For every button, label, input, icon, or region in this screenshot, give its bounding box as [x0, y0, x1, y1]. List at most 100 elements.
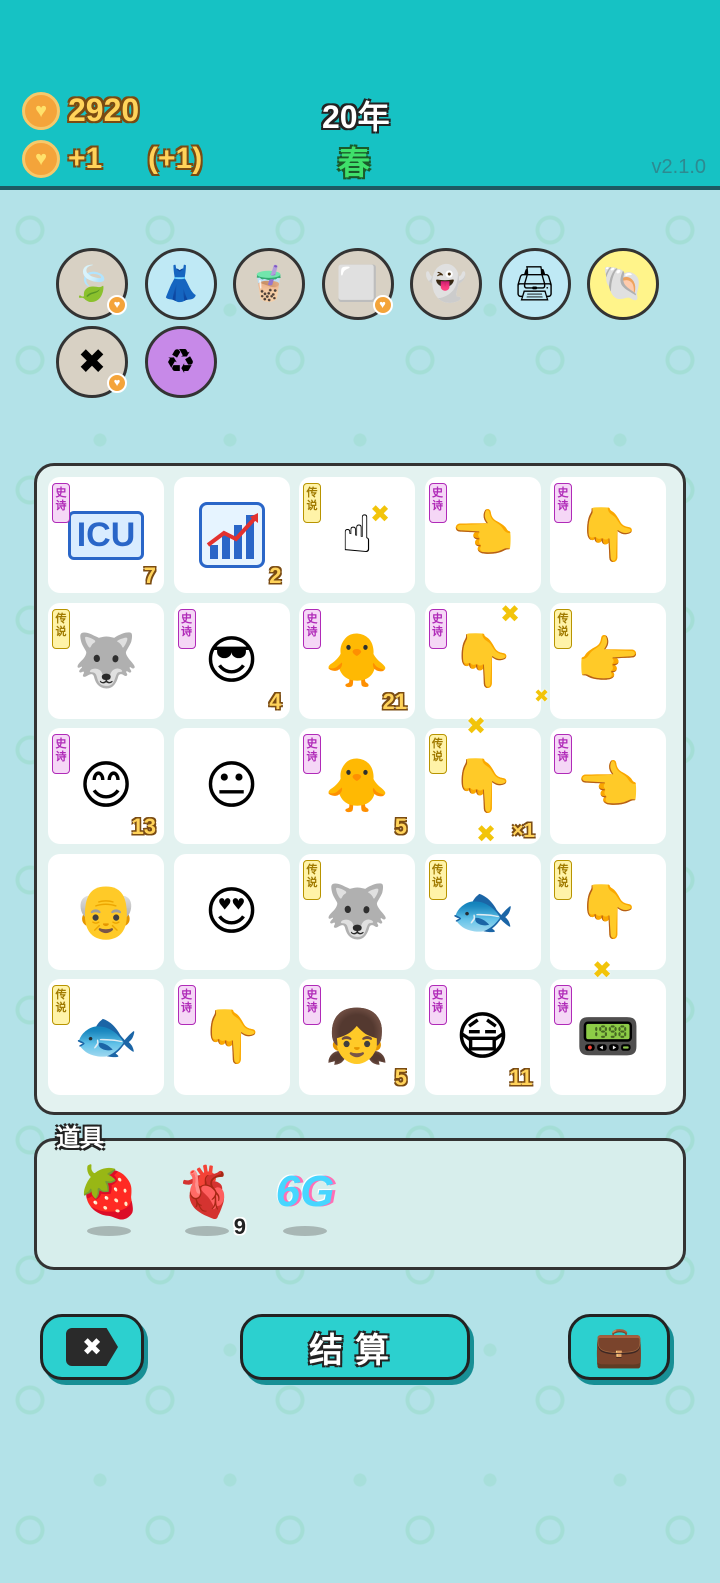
epic-tag: 史诗: [52, 483, 70, 523]
pink-face-icon: 😊: [78, 757, 134, 815]
sparkle-effect: ✖: [500, 601, 521, 628]
bubble-tea-icon[interactable]: 🧋: [233, 248, 305, 320]
epic-tag: 史诗: [177, 985, 196, 1025]
board-cell-hand-pointing-down[interactable]: 史诗 👇: [424, 602, 541, 719]
board-cell-golden-hand-pointing-right[interactable]: 传说 👉: [550, 602, 666, 719]
board-cell-golden-hand-up[interactable]: 传说 ☝: [299, 477, 415, 593]
delete-tag-icon[interactable]: ✖ ♥: [56, 326, 128, 398]
item-count: 4: [269, 688, 282, 714]
legend-tag: 传说: [554, 859, 572, 900]
multiplier-label: ×1: [512, 820, 535, 842]
board-cell-hand-pointing-down-left[interactable]: 史诗 👇: [550, 477, 666, 593]
board-cell-bald-man[interactable]: 😐: [173, 728, 290, 844]
board-cell-stock-chart[interactable]: 2: [173, 477, 290, 593]
sparkle-effect: ✖: [534, 686, 550, 706]
income-value: +1: [68, 142, 103, 175]
version-label: v2.1.0: [651, 156, 706, 178]
top-status-bar: ♥ 2920 ♥ +1 (+1) 20年 春 v2.1.0: [0, 0, 720, 190]
hand-pointing-down-2-icon: 👇: [199, 1008, 264, 1066]
graphics-card-icon: 📟: [575, 1008, 641, 1066]
heart-badge-icon: ♥: [372, 295, 393, 315]
rising-chart-icon: [198, 502, 265, 568]
leaf-icon[interactable]: 🍃 ♥: [56, 248, 128, 320]
prop-6g[interactable]: 6G: [270, 1162, 340, 1252]
board-cell-graphics-card[interactable]: 史诗 📟: [550, 979, 666, 1095]
yellow-chick-2-icon: 🐥: [324, 757, 390, 815]
board-cell-yellow-chick-2[interactable]: 史诗 🐥 5: [299, 728, 415, 844]
legend-tag: 传说: [303, 859, 321, 900]
epic-tag: 史诗: [52, 734, 70, 774]
board-cell-hand-pointing-left-down[interactable]: 史诗 👈: [550, 728, 666, 844]
prop-quantity: 9: [233, 1214, 246, 1239]
prop-shadow: [283, 1226, 327, 1236]
legend-tag: 传说: [554, 608, 572, 649]
item-count: 2: [269, 563, 282, 588]
man-sunglasses-green-hair-icon: 😎: [204, 631, 259, 690]
sparkle-effect: ✖: [476, 821, 497, 848]
sparkle-effect: ✖: [466, 713, 487, 740]
board-cell-koi-fish-2[interactable]: 传说 🐟: [48, 979, 164, 1095]
settle-label: 结算: [309, 1331, 401, 1370]
item-count: 21: [382, 688, 407, 714]
hand-pointing-down-left-icon: 👇: [575, 506, 641, 564]
year-label: 20年: [322, 99, 390, 135]
board-cell-yellow-chick[interactable]: 史诗 🐥 21: [299, 602, 415, 719]
husky-king-icon: 🐺: [73, 631, 139, 690]
board-cell-golden-hand-point-down[interactable]: 传说 👇: [550, 853, 666, 970]
season-label: 春: [338, 145, 371, 181]
coin-icon: ♥: [22, 92, 60, 130]
koi-fish-2-icon: 🐟: [73, 1008, 139, 1066]
skirt-icon[interactable]: 👗: [144, 248, 217, 320]
board-cell-man-sunglasses-green-hair[interactable]: 史诗 😎 4: [173, 602, 290, 719]
inventory-button[interactable]: 💼: [568, 1314, 670, 1380]
old-man-glasses-icon: 👴: [73, 882, 139, 941]
legend-tag: 传说: [52, 608, 70, 649]
golden-hand-down-icon: 👇: [450, 757, 515, 815]
board-cell-old-man-love[interactable]: 😍: [173, 853, 290, 970]
board-cell-koi-fish[interactable]: 传说 🐟: [424, 853, 541, 970]
epic-tag: 史诗: [428, 985, 447, 1025]
settle-button[interactable]: 结算: [240, 1314, 470, 1380]
board-cell-icu-sign[interactable]: 史诗 ICU 7: [48, 477, 164, 593]
icu-icon: ICU: [67, 510, 145, 560]
prop-bayberry[interactable]: 🍓: [74, 1162, 144, 1252]
props-label: 道具: [56, 1125, 104, 1152]
board-cell-old-man-glasses[interactable]: 👴: [48, 853, 164, 970]
recycle-icon[interactable]: ♻: [144, 326, 217, 398]
epic-tag: 史诗: [303, 985, 321, 1025]
bald-man-icon: 😐: [204, 757, 259, 815]
sparkle-effect: ✖: [370, 501, 391, 528]
epic-tag: 史诗: [303, 608, 321, 649]
income-coin-icon: ♥: [22, 140, 60, 178]
epic-tag: 史诗: [428, 608, 447, 649]
printer-icon[interactable]: 🖨: [498, 248, 571, 320]
heart-badge-icon: ♥: [107, 295, 127, 315]
board-cell-pink-face[interactable]: 史诗 😊 13: [48, 728, 164, 844]
coin-count: 2920: [68, 92, 140, 128]
board-cell-husky-king-2[interactable]: 传说 🐺: [299, 853, 415, 970]
ghost-icon[interactable]: 👻: [410, 248, 482, 320]
epic-tag: 史诗: [554, 985, 572, 1025]
board-cell-man-love-green-hair[interactable]: 史诗 😷 11: [424, 979, 541, 1095]
legend-tag: 传说: [303, 483, 321, 523]
prop-liver[interactable]: 🫀 9: [172, 1162, 246, 1252]
bayberry-icon: 🍓: [77, 1164, 141, 1220]
item-count: 11: [509, 1065, 533, 1090]
delete-button[interactable]: ✖: [40, 1314, 144, 1380]
sugar-cubes-icon[interactable]: ⬜ ♥: [321, 248, 394, 320]
item-count: 13: [131, 814, 156, 839]
shell-icon[interactable]: 🐚: [587, 248, 659, 320]
prop-shadow: [87, 1226, 131, 1236]
board-cell-girl-braids[interactable]: 史诗 👧 5: [299, 979, 415, 1095]
yellow-chick-icon: 🐥: [324, 631, 390, 690]
husky-king-2-icon: 🐺: [324, 882, 390, 941]
board-cell-husky-king[interactable]: 传说 🐺: [48, 602, 164, 719]
prop-shadow: [185, 1226, 229, 1236]
golden-hand-point-down-icon: 👇: [575, 882, 641, 941]
board-cell-hand-pointing-left[interactable]: 史诗 👈: [424, 477, 541, 593]
game-board: 史诗 ICU 7 2 传说 ☝ 史诗 👈 史诗 👇 传说 🐺 史诗 😎 4 史诗 🐥 21 史诗 👇 传说 👉 史诗 😊 13 😐…: [34, 463, 686, 1115]
board-cell-hand-pointing-down-2[interactable]: 史诗 👇: [173, 979, 290, 1095]
income-bonus: (+1): [148, 142, 203, 175]
legend-tag: 传说: [428, 859, 447, 900]
6g-icon: 6G: [275, 1167, 335, 1216]
